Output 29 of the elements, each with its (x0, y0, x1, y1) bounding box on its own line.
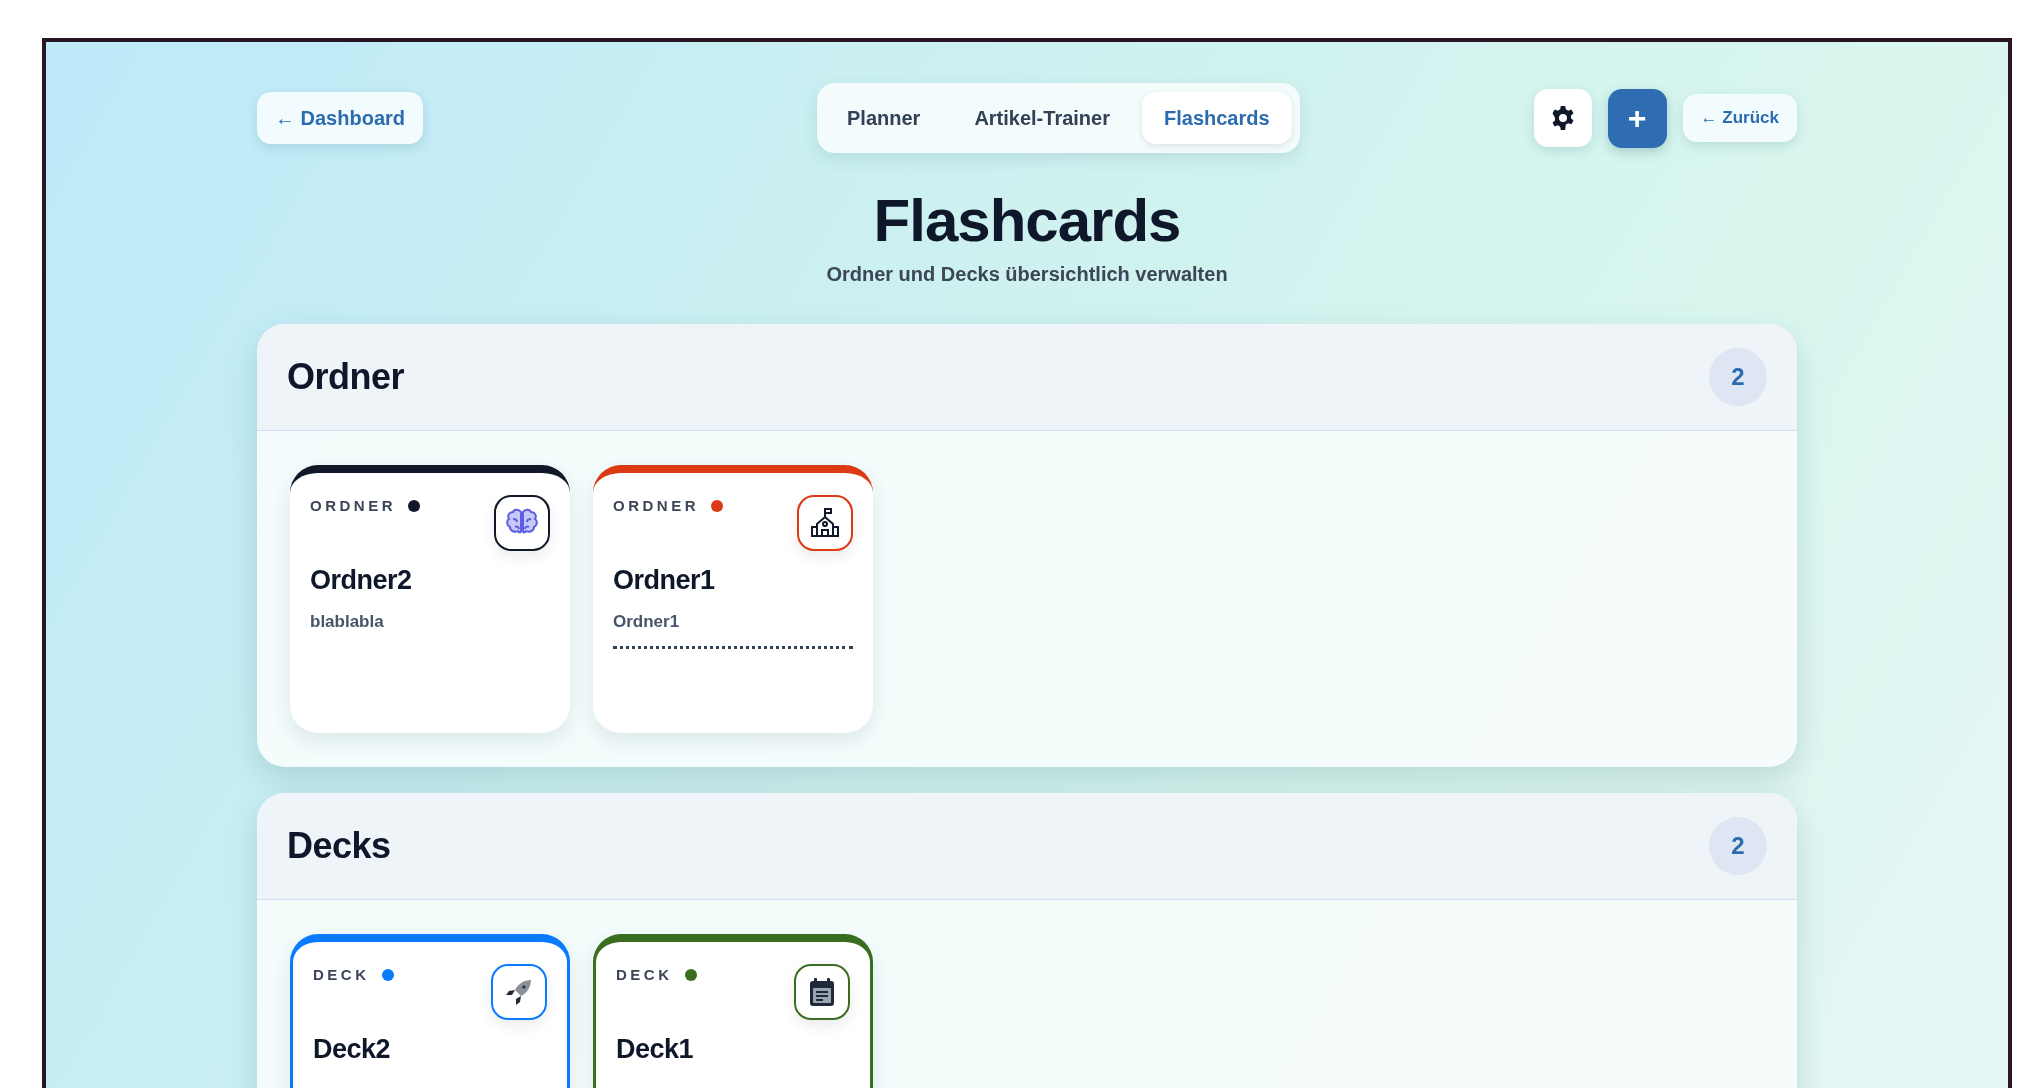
type-label: DECK (313, 966, 370, 983)
dashboard-button[interactable]: ← Dashboard (257, 92, 424, 144)
section-title: Ordner (287, 356, 405, 398)
deck-card[interactable]: DECK Deck2 (290, 934, 570, 1088)
settings-button[interactable] (1533, 89, 1592, 147)
tab[interactable]: Planner (825, 92, 943, 144)
tab[interactable]: Artikel-Trainer (952, 92, 1132, 144)
type-label: DECK (616, 966, 673, 983)
section-title: Decks (287, 825, 391, 867)
folder-card[interactable]: ORDNER Ordner2 blablabla (290, 465, 570, 733)
notepad-icon (807, 976, 837, 1008)
page-title: Flashcards (873, 186, 1181, 256)
folder-card[interactable]: ORDNER Ordner1 Ordner1 (593, 465, 873, 733)
tab[interactable]: Flashcards (1142, 92, 1292, 144)
type-label: ORDNER (613, 497, 699, 514)
card-description: Ordner1 (613, 612, 681, 632)
card-title: Deck2 (313, 1034, 392, 1065)
card-title: Ordner2 (310, 565, 413, 596)
page-subtitle: Ordner und Decks übersichtlich verwalten (826, 263, 1228, 286)
add-button[interactable]: + (1607, 88, 1667, 148)
count-badge: 2 (1709, 348, 1767, 406)
card-description: blablabla (310, 612, 385, 632)
card-title: Deck1 (616, 1034, 695, 1065)
schoolhouse-icon (809, 507, 841, 539)
card-title: Ordner1 (613, 565, 716, 596)
back-button[interactable]: ← Zurück (1682, 94, 1797, 142)
count-badge: 2 (1709, 817, 1767, 875)
type-label: ORDNER (310, 497, 396, 514)
deck-card[interactable]: DECK Deck1 (593, 934, 873, 1088)
